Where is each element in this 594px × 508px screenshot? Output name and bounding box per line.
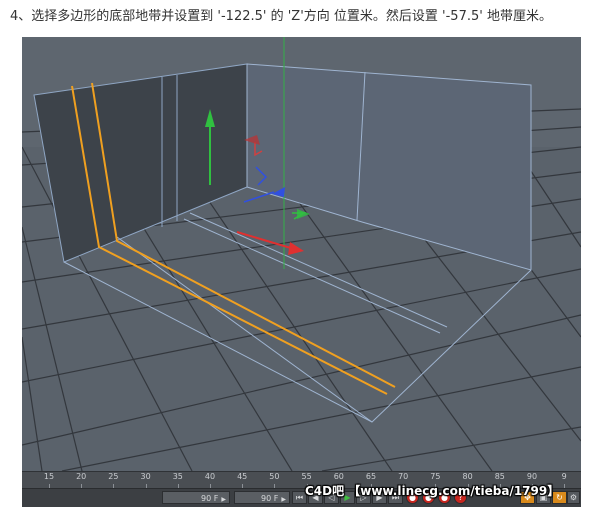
timeline-tick-label: 30 (140, 472, 151, 481)
start-frame-spin-icon[interactable]: ▶ (221, 493, 226, 506)
timeline-tick-label: 60 (333, 472, 344, 481)
timeline-tick-label: 55 (301, 472, 312, 481)
timeline-tick-label: 25 (108, 472, 119, 481)
viewport-scene (22, 37, 581, 471)
end-frame-spin-icon[interactable]: ▶ (281, 493, 286, 506)
timeline-tick-label: 75 (430, 472, 441, 481)
record-active-button[interactable]: ⚙ (567, 491, 580, 504)
timeline-tick-label: 20 (76, 472, 87, 481)
end-frame-value: 90 F (261, 494, 279, 503)
timeline-tick-label: 40 (204, 472, 216, 481)
timeline-tick-label: 35 (172, 472, 183, 481)
timeline-tick-label: 15 (43, 472, 55, 481)
end-frame-field[interactable]: 90 F ▶ (234, 491, 290, 504)
timeline-tick-label: 80 (462, 472, 473, 481)
start-frame-value: 90 F (201, 494, 219, 503)
start-frame-field[interactable]: 90 F ▶ (162, 491, 230, 504)
3d-viewport[interactable] (22, 37, 581, 471)
timeline-tick-label: 45 (237, 472, 248, 481)
instruction-caption: 4、选择多边形的底部地带并设置到 '-122.5' 的 'Z'方向 位置米。然后… (10, 9, 552, 24)
timeline-tick-label: 70 (398, 472, 409, 481)
record-active-icon: ⚙ (569, 493, 578, 502)
timeline-tick-label: 90 (526, 472, 538, 481)
watermark: C4D吧 【www.linecg.com/tieba/1799】 (305, 484, 560, 498)
go-to-start-icon: ⏮ (295, 493, 304, 502)
timeline-tick-label: 50 (269, 472, 280, 481)
timeline-tick-label: 65 (365, 472, 377, 481)
timeline-tick-label: 9 (561, 472, 567, 481)
timeline-tick-label: 85 (494, 472, 505, 481)
